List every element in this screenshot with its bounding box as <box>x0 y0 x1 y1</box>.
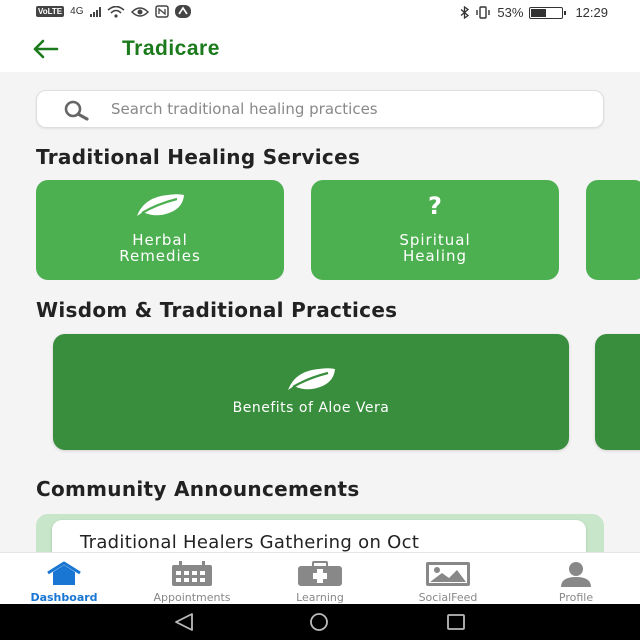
clock: 12:29 <box>575 5 608 20</box>
person-icon <box>512 561 640 587</box>
bluetooth-icon <box>460 6 470 19</box>
question-icon: ? <box>311 192 559 220</box>
notification-app-icon <box>174 5 191 18</box>
status-right: 53% 12:29 <box>460 5 608 20</box>
arrow-left-icon <box>33 39 59 59</box>
announcement-card[interactable]: Traditional Healers Gathering on Oct <box>52 520 586 552</box>
nfc-icon <box>154 5 169 18</box>
nav-learning[interactable]: Learning <box>256 553 384 605</box>
service-label-line2: Healing <box>402 247 468 265</box>
nav-dashboard[interactable]: Dashboard <box>0 553 128 605</box>
signal-icon <box>89 6 101 17</box>
announcement-title: Traditional Healers Gathering on Oct <box>80 532 420 552</box>
battery-percent: 53% <box>497 5 524 20</box>
nav-label: Dashboard <box>30 591 98 604</box>
system-navigation-bar <box>0 604 640 640</box>
leaf-icon <box>53 366 569 392</box>
service-card-herbal-remedies[interactable]: Herbal Remedies <box>36 180 284 280</box>
app-bar: Tradicare <box>0 26 640 72</box>
bottom-navigation: Dashboard Appointments Learning SocialFe… <box>0 552 640 604</box>
main-content[interactable]: Traditional Healing Services Herbal Reme… <box>0 72 640 552</box>
nav-label: Learning <box>296 591 344 604</box>
question-glyph: ? <box>428 192 442 220</box>
status-bar: VoLTE 4G 53% 12:29 <box>0 0 640 26</box>
service-label-line1: Herbal <box>132 231 188 249</box>
home-icon <box>0 561 128 587</box>
nav-label: Profile <box>558 591 594 604</box>
status-left: VoLTE 4G <box>36 5 191 18</box>
medical-kit-icon <box>256 561 384 587</box>
wisdom-section-title: Wisdom & Traditional Practices <box>36 298 398 322</box>
battery-icon <box>529 6 567 19</box>
vibrate-icon <box>476 6 491 19</box>
page-title: Tradicare <box>122 37 220 60</box>
nav-socialfeed[interactable]: SocialFeed <box>384 553 512 605</box>
nav-appointments[interactable]: Appointments <box>128 553 256 605</box>
service-card-spiritual-healing[interactable]: ? Spiritual Healing <box>311 180 559 280</box>
eye-icon <box>130 6 149 17</box>
announcements-panel: Traditional Healers Gathering on Oct <box>36 514 604 552</box>
nav-label: Appointments <box>153 591 231 604</box>
wifi-icon <box>106 5 125 18</box>
service-card-label: Spiritual Healing <box>311 232 559 264</box>
volte-badge: VoLTE <box>36 6 65 17</box>
nav-profile[interactable]: Profile <box>512 553 640 605</box>
services-section-title: Traditional Healing Services <box>36 145 361 169</box>
service-label-line2: Remedies <box>119 247 201 265</box>
search-icon <box>64 100 89 121</box>
search-bar[interactable] <box>36 90 604 128</box>
system-recents-icon[interactable] <box>444 612 468 632</box>
system-home-icon[interactable] <box>307 612 331 632</box>
wisdom-card-partial[interactable] <box>595 334 640 450</box>
service-label-line1: Spiritual <box>399 231 471 249</box>
calendar-icon <box>128 561 256 587</box>
wisdom-card-label: Benefits of Aloe Vera <box>232 400 390 416</box>
network-type: 4G <box>70 6 84 17</box>
service-card-partial[interactable] <box>586 180 640 280</box>
announcements-section-title: Community Announcements <box>36 477 360 501</box>
image-icon <box>384 561 512 587</box>
back-button[interactable] <box>30 34 64 64</box>
service-card-label: Herbal Remedies <box>36 232 284 264</box>
nav-label: SocialFeed <box>418 591 478 604</box>
wisdom-card-aloe-vera[interactable]: Benefits of Aloe Vera <box>53 334 569 450</box>
leaf-icon <box>36 192 284 220</box>
system-back-icon[interactable] <box>172 612 196 632</box>
search-input[interactable] <box>111 91 591 127</box>
